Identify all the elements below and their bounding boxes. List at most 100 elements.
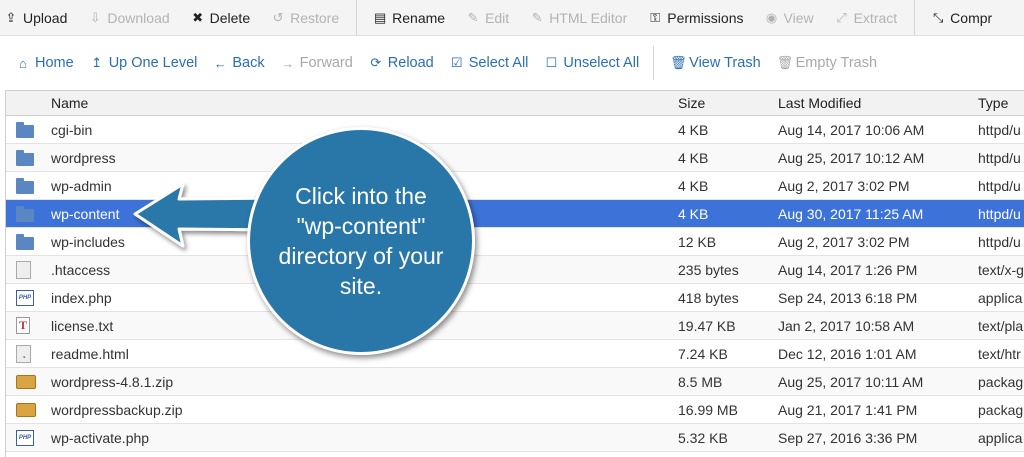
table-row[interactable]: PHP index.php 418 bytes Sep 24, 2013 6:18 P…	[6, 284, 1024, 312]
table-row[interactable]: Tlicense.txt 19.47 KB Jan 2, 2017 10:58 AM…	[6, 312, 1024, 340]
html-editor-button[interactable]: ✎ HTML Editor	[526, 0, 628, 35]
column-header-name[interactable]: Name	[51, 91, 651, 115]
forward-button[interactable]: → Forward	[281, 55, 353, 71]
file-size: 16.99 MB	[678, 401, 738, 418]
table-row[interactable]: ◔ readme.html 7.24 KB Dec 12, 2016 1:01 AM t…	[6, 340, 1024, 368]
folder-icon	[16, 121, 34, 138]
empty-trash-icon: 🗑	[776, 55, 794, 70]
archive-icon	[16, 374, 36, 389]
file-last-modified: Aug 2, 2017 3:02 PM	[778, 177, 910, 194]
file-last-modified: Jan 2, 2017 10:58 AM	[778, 317, 915, 334]
toolbar-button-label: Permissions	[667, 9, 744, 26]
table-header: Name Size Last Modified Type	[6, 91, 1024, 116]
toolbar-button-label: Upload	[23, 9, 68, 26]
file-type: httpd/u	[978, 121, 1021, 138]
file-type: httpd/u	[978, 149, 1021, 166]
file-size: 7.24 KB	[678, 345, 728, 362]
file-size: 19.47 KB	[678, 317, 736, 334]
edit-button[interactable]: ✎ Edit	[462, 0, 510, 35]
reload-icon: ⟳	[370, 55, 382, 70]
column-header-last-modified[interactable]: Last Modified	[778, 91, 973, 115]
edit-icon: ✎	[467, 9, 479, 25]
file-last-modified: Aug 25, 2017 10:12 AM	[778, 149, 925, 166]
file-toolbar: ⇪ Upload ⇩ Download ✖ Delete ↺ Restore ▤ Rename ✎ E…	[0, 0, 1024, 36]
nav-button-label: Forward	[299, 55, 353, 71]
table-row[interactable]: wordpress 4 KB Aug 25, 2017 10:12 AM httpd/…	[6, 144, 1024, 172]
reload-button[interactable]: ⟳ Reload	[369, 55, 434, 71]
archive-icon	[16, 402, 36, 417]
toolbar-button-label: Extract	[853, 9, 898, 26]
empty-trash-button[interactable]: 🗑 Empty Trash	[777, 55, 877, 71]
toolbar-button-label: HTML Editor	[549, 9, 628, 26]
file-type: text/htr	[978, 345, 1021, 362]
file-size: 418 bytes	[678, 289, 739, 306]
table-row[interactable]: .htaccess 235 bytes Aug 14, 2017 1:26 PM te…	[6, 256, 1024, 284]
checkbox-checked-icon: ☑	[450, 55, 463, 70]
select-all-button[interactable]: ☑ Select All	[450, 55, 529, 71]
file-size: 4 KB	[678, 205, 709, 222]
key-icon: ⚿	[650, 9, 661, 25]
view-trash-button[interactable]: 🗑 View Trash	[670, 55, 760, 71]
table-row[interactable]: cgi-bin 4 KB Aug 14, 2017 10:06 AM httpd/u	[6, 116, 1024, 144]
file-size: 4 KB	[678, 121, 709, 138]
toolbar-button-label: Edit	[485, 9, 510, 26]
unselect-all-button[interactable]: ☐ Unselect All	[544, 55, 640, 71]
file-last-modified: Sep 27, 2016 3:36 PM	[778, 429, 918, 446]
html-file-icon: ◔	[16, 344, 31, 363]
restore-button[interactable]: ↺ Restore	[267, 0, 339, 35]
file-table: Name Size Last Modified Type cgi-bin 4 KB…	[5, 90, 1024, 457]
file-type: text/x-g	[978, 261, 1024, 278]
toolbar-separator	[914, 0, 916, 35]
folder-icon	[16, 205, 34, 222]
compr-button[interactable]: ⤡ Compr	[927, 0, 992, 35]
toolbar-button-label: Restore	[290, 9, 340, 26]
restore-icon: ↺	[272, 9, 284, 25]
back-arrow-icon: ←	[213, 55, 227, 71]
extract-button[interactable]: ⤢ Extract	[831, 0, 898, 35]
toolbar-button-label: Compr	[950, 9, 993, 26]
upload-icon: ⇪	[5, 9, 17, 25]
file-name: wordpress-4.8.1.zip	[51, 373, 174, 390]
file-size: 12 KB	[678, 233, 717, 250]
nav-button-label: Back	[232, 55, 265, 71]
toolbar-button-label: View	[783, 9, 814, 26]
table-body: cgi-bin 4 KB Aug 14, 2017 10:06 AM httpd/u w…	[6, 116, 1024, 452]
nav-button-label: Select All	[468, 55, 529, 71]
delete-icon: ✖	[192, 9, 204, 25]
file-type: httpd/u	[978, 177, 1021, 194]
view-button[interactable]: ◉ View	[761, 0, 814, 35]
column-header-size[interactable]: Size	[678, 91, 773, 115]
upload-button[interactable]: ⇪ Upload	[0, 0, 68, 35]
table-row[interactable]: wp-includes 12 KB Aug 2, 2017 3:02 PM httpd…	[6, 228, 1024, 256]
text-file-icon: T	[16, 317, 30, 334]
forward-arrow-icon: →	[281, 55, 295, 71]
table-row[interactable]: PHP wp-activate.php 5.32 KB Sep 27, 2016 3:…	[6, 424, 1024, 452]
nav-button-label: Empty Trash	[795, 55, 878, 71]
table-row[interactable]: wordpress-4.8.1.zip 8.5 MB Aug 25, 2017 10…	[6, 368, 1024, 396]
php-file-icon: PHP	[16, 429, 34, 446]
up-one-level-button[interactable]: ↥ Up One Level	[90, 55, 198, 71]
nav-button-label: Up One Level	[108, 55, 198, 71]
folder-icon	[16, 177, 34, 194]
back-button[interactable]: ← Back	[213, 55, 265, 71]
permissions-button[interactable]: ⚿ Permissions	[644, 0, 743, 35]
home-button[interactable]: ⌂ Home	[16, 55, 74, 71]
column-header-type[interactable]: Type	[978, 91, 1024, 115]
file-type: text/pla	[978, 317, 1024, 334]
table-row[interactable]: wp-content 4 KB Aug 30, 2017 11:25 AM httpd…	[6, 200, 1024, 228]
table-row[interactable]: wp-admin 4 KB Aug 2, 2017 3:02 PM httpd/u	[6, 172, 1024, 200]
delete-button[interactable]: ✖ Delete	[187, 0, 250, 35]
toolbar-button-label: Download	[107, 9, 170, 26]
nav-button-label: Reload	[387, 55, 434, 71]
file-last-modified: Aug 30, 2017 11:25 AM	[778, 205, 924, 222]
file-last-modified: Aug 14, 2017 10:06 AM	[778, 121, 925, 138]
download-button[interactable]: ⇩ Download	[84, 0, 170, 35]
file-last-modified: Aug 25, 2017 10:11 AM	[778, 373, 924, 390]
file-type: applica	[978, 429, 1023, 446]
extract-icon: ⤢	[836, 9, 847, 25]
rename-button[interactable]: ▤ Rename	[369, 0, 445, 35]
file-name: wp-activate.php	[51, 429, 150, 446]
table-row[interactable]: wordpressbackup.zip 16.99 MB Aug 21, 2017 …	[6, 396, 1024, 424]
level-up-icon: ↥	[91, 55, 103, 70]
download-icon: ⇩	[89, 9, 101, 25]
